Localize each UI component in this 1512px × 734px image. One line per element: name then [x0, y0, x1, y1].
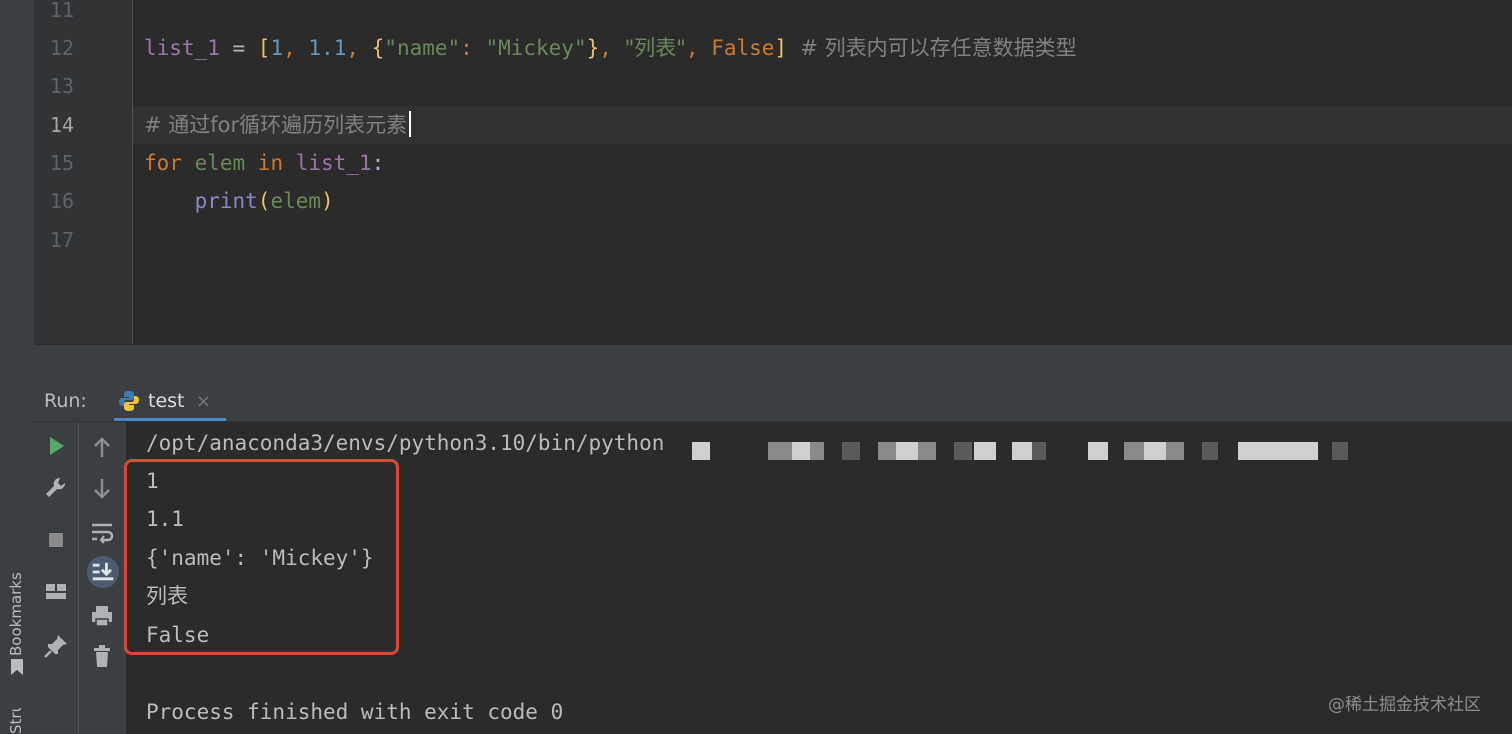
wrench-icon[interactable] — [42, 474, 70, 502]
python-icon — [119, 391, 139, 411]
watermark: @稀土掘金技术社区 — [1328, 695, 1481, 715]
line-number: 16 — [49, 189, 74, 213]
trash-icon[interactable] — [88, 642, 116, 670]
run-tab-test[interactable]: test × — [114, 381, 226, 421]
line-number: 11 — [49, 0, 74, 22]
text-caret — [409, 111, 412, 137]
pin-icon[interactable] — [42, 632, 70, 660]
structure-tool-label[interactable]: Structure — [7, 708, 25, 734]
arrow-up-icon[interactable] — [88, 434, 116, 462]
code-editor[interactable]: 11 12 13 14 15 16 17 list_1 = [1, 1.1, {… — [34, 0, 1512, 344]
layout-icon[interactable] — [42, 578, 70, 606]
run-toolbar — [34, 422, 126, 734]
line-number: 15 — [49, 151, 74, 175]
arrow-down-icon[interactable] — [88, 474, 116, 502]
scroll-to-end-icon[interactable] — [87, 556, 119, 588]
process-exit-message: Process finished with exit code 0 — [146, 700, 564, 724]
print-icon[interactable] — [88, 602, 116, 630]
line-number-gutter: 11 12 13 14 15 16 17 — [34, 0, 133, 344]
stop-icon[interactable] — [42, 526, 70, 554]
bookmark-icon[interactable] — [10, 658, 24, 676]
toolbar-divider — [78, 422, 79, 734]
left-tool-strip: Bookmarks Structure — [0, 0, 35, 734]
run-icon[interactable] — [42, 432, 70, 460]
editor-panel-splitter[interactable] — [34, 344, 1512, 381]
line-number: 13 — [49, 74, 74, 98]
line-number: 12 — [49, 36, 74, 60]
code-line-15[interactable]: for elem in list_1: — [144, 144, 384, 182]
close-icon[interactable]: × — [196, 391, 211, 412]
active-tab-indicator — [114, 418, 226, 421]
run-panel-header: Run: test × — [34, 381, 1512, 422]
code-line-16[interactable]: print(elem) — [144, 182, 334, 220]
console-command-line: /opt/anaconda3/envs/python3.10/bin/pytho… — [146, 431, 665, 455]
run-panel-label: Run: — [44, 390, 87, 412]
bookmarks-tool-label[interactable]: Bookmarks — [7, 556, 25, 656]
redacted-path — [692, 442, 1412, 462]
soft-wrap-icon[interactable] — [88, 518, 116, 546]
code-line-14[interactable]: # 通过for循环遍历列表元素 — [144, 106, 412, 144]
line-number-active: 14 — [49, 113, 74, 137]
line-number: 17 — [49, 228, 74, 252]
code-line-12[interactable]: list_1 = [1, 1.1, {"name": "Mickey"}, "列… — [144, 29, 1077, 67]
output-highlight-box — [124, 459, 399, 655]
run-tab-label: test — [148, 390, 185, 412]
